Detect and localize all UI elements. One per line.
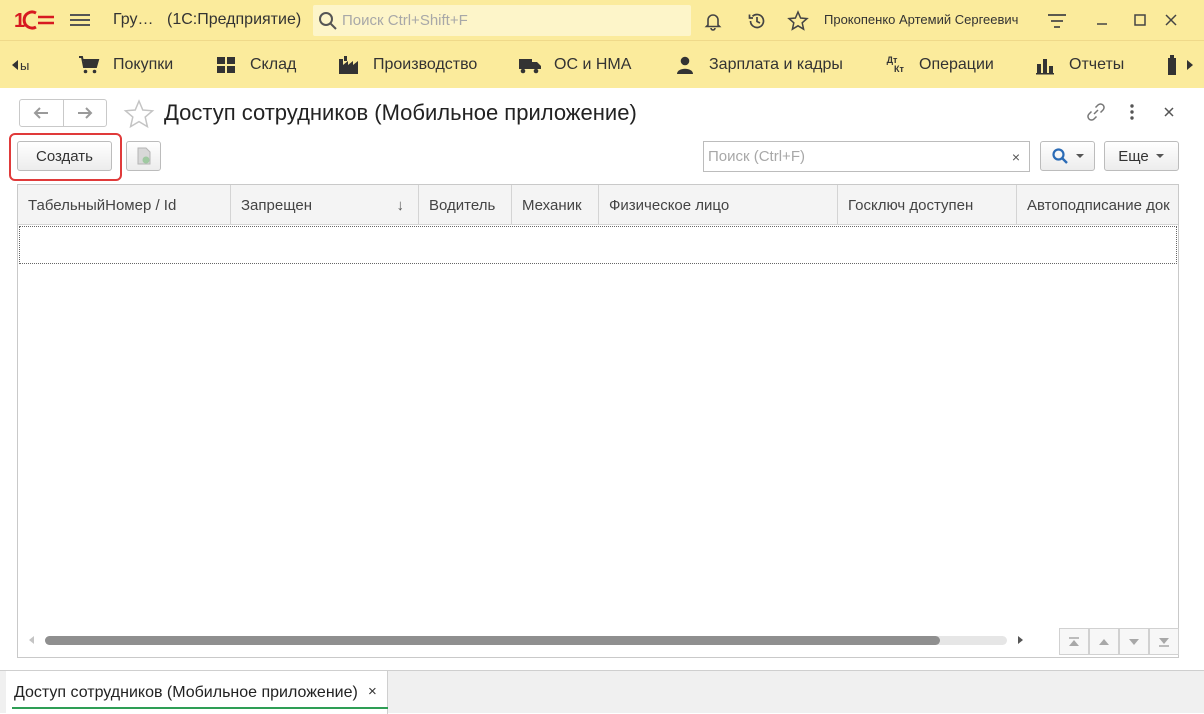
person-icon: [673, 53, 697, 77]
open-windows-bar: Доступ сотрудников (Мобильное приложение…: [0, 670, 1204, 714]
sections-panel: ы Покупки Склад Производство ОС и НМА За…: [0, 40, 1204, 88]
create-button[interactable]: Создать: [17, 141, 112, 171]
1c-logo-icon[interactable]: 1: [14, 9, 56, 31]
scroll-page-up-button[interactable]: [1089, 628, 1119, 655]
title-bar: 1 Гру… (1С:Предприятие) Прокопенко Артем…: [0, 0, 1204, 40]
page-title: Доступ сотрудников (Мобильное приложение…: [164, 100, 637, 125]
scroll-last-icon: [1159, 637, 1169, 647]
more-menu-button[interactable]: Еще: [1104, 141, 1179, 171]
column-header-driver[interactable]: Водитель: [419, 185, 512, 225]
favorites-star-icon[interactable]: [786, 9, 810, 33]
main-menu-icon[interactable]: [70, 11, 90, 29]
back-button[interactable]: [20, 100, 63, 126]
close-form-icon[interactable]: [1161, 102, 1177, 122]
global-search[interactable]: [313, 5, 691, 36]
column-header-banned-label: Запрещен: [241, 196, 313, 214]
infobase-name: Гру…: [113, 11, 154, 28]
arrow-right-icon: [77, 107, 93, 119]
scroll-right-icon[interactable]: [1016, 633, 1026, 647]
forward-button[interactable]: [62, 100, 107, 126]
application-name: (1С:Предприятие): [167, 11, 302, 28]
chevron-down-icon: [1075, 154, 1084, 158]
history-icon[interactable]: [745, 9, 769, 33]
column-header-goskey-available[interactable]: Госключ доступен: [838, 185, 1017, 225]
bar-chart-icon: [1033, 53, 1057, 77]
open-window-tab[interactable]: Доступ сотрудников (Мобильное приложение…: [6, 671, 388, 714]
clear-search-button[interactable]: ×: [1003, 141, 1030, 172]
close-tab-icon[interactable]: ×: [368, 683, 377, 700]
employee-access-table[interactable]: ТабельныйНомер / Id Запрещен ↓ Водитель …: [17, 184, 1179, 658]
section-fixed-assets[interactable]: ОС и НМА: [518, 41, 631, 89]
active-tab-indicator: [12, 707, 388, 709]
more-menu-label: Еще: [1118, 147, 1149, 165]
column-header-auto-signing[interactable]: Автоподписание док: [1017, 185, 1178, 225]
sort-descending-icon: ↓: [396, 197, 405, 214]
column-header-banned[interactable]: Запрещен ↓: [231, 185, 419, 225]
minimize-window-icon[interactable]: [1089, 8, 1115, 32]
section-warehouse-label: Склад: [250, 56, 297, 73]
cart-icon: [77, 53, 101, 77]
section-partial[interactable]: ы: [20, 41, 29, 89]
copy-document-icon: [137, 147, 150, 165]
global-search-input[interactable]: [342, 12, 682, 29]
current-user[interactable]: Прокопенко Артемий Сергеевич: [824, 12, 1018, 27]
open-window-tab-label: Доступ сотрудников (Мобильное приложение…: [14, 683, 358, 701]
scroll-first-icon: [1069, 636, 1079, 646]
section-payroll[interactable]: Зарплата и кадры: [673, 41, 843, 89]
column-header-individual[interactable]: Физическое лицо: [599, 185, 838, 225]
link-icon[interactable]: [1085, 101, 1107, 123]
credit-label: Кт: [894, 64, 904, 74]
section-operations-label: Операции: [919, 56, 994, 73]
horizontal-scrollbar-thumb[interactable]: [45, 636, 940, 645]
history-navigation: [19, 99, 107, 127]
scroll-up-icon: [1099, 638, 1109, 645]
section-payroll-label: Зарплата и кадры: [709, 56, 843, 73]
copy-button[interactable]: [126, 141, 161, 171]
search-icon: [1051, 148, 1068, 164]
section-purchases-label: Покупки: [113, 56, 174, 73]
scroll-down-icon: [1129, 638, 1139, 645]
add-to-favorites-icon[interactable]: [123, 99, 155, 129]
chevron-down-icon: [1155, 154, 1164, 158]
section-reports[interactable]: Отчеты: [1033, 41, 1124, 89]
scroll-to-last-button[interactable]: [1149, 628, 1179, 655]
horizontal-scrollbar[interactable]: [45, 636, 1007, 645]
section-operations[interactable]: Дт Кт Операции: [883, 41, 994, 89]
factory-icon: [337, 53, 361, 77]
column-header-mechanic[interactable]: Механик: [512, 185, 599, 225]
arrow-left-icon: [33, 107, 49, 119]
bell-icon[interactable]: [701, 9, 725, 33]
table-header: ТабельныйНомер / Id Запрещен ↓ Водитель …: [18, 185, 1178, 225]
truck-icon: [518, 53, 542, 77]
column-header-employee-id[interactable]: ТабельныйНомер / Id: [18, 185, 231, 225]
search-icon: [319, 11, 337, 30]
list-search-input[interactable]: [703, 141, 1004, 172]
close-window-icon[interactable]: [1158, 8, 1184, 32]
scroll-to-first-button[interactable]: [1059, 628, 1089, 655]
settings-menu-icon[interactable]: [1045, 9, 1069, 33]
section-production[interactable]: Производство: [337, 41, 477, 89]
section-production-label: Производство: [373, 56, 478, 73]
warehouse-icon: [214, 53, 238, 77]
section-partial-label: ы: [20, 57, 30, 73]
scroll-left-icon[interactable]: [27, 633, 37, 647]
debit-credit-icon: Дт Кт: [883, 53, 907, 77]
sections-scroll-right-icon[interactable]: [1181, 54, 1199, 76]
section-warehouse[interactable]: Склад: [214, 41, 296, 89]
table-row[interactable]: [19, 226, 1177, 264]
more-actions-icon[interactable]: [1124, 102, 1140, 122]
maximize-window-icon[interactable]: [1127, 8, 1153, 32]
section-fixed-assets-label: ОС и НМА: [554, 56, 632, 73]
search-options-button[interactable]: [1040, 141, 1095, 171]
scroll-page-down-button[interactable]: [1119, 628, 1149, 655]
section-purchases[interactable]: Покупки: [77, 41, 173, 89]
section-reports-label: Отчеты: [1069, 56, 1125, 73]
